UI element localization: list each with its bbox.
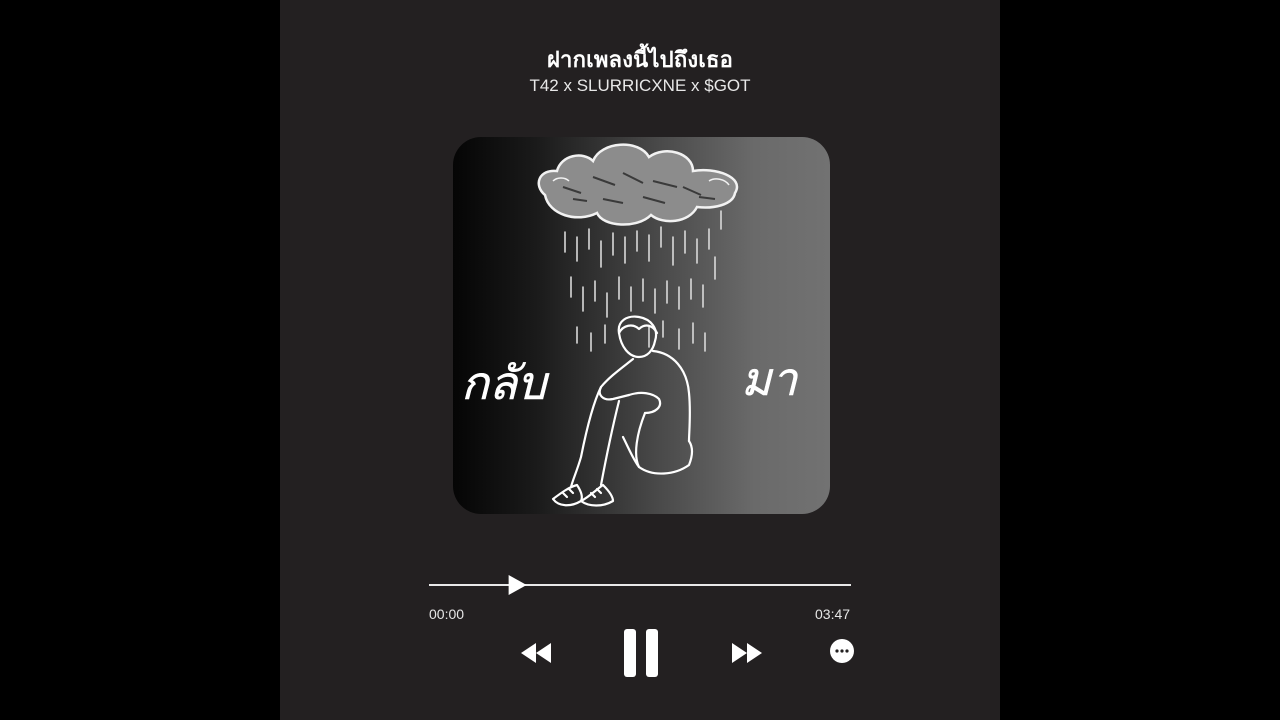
rain-cloud-illustration [537,143,739,226]
rain-drops [564,210,722,352]
fast-forward-icon[interactable] [731,642,763,664]
rewind-icon[interactable] [520,642,552,664]
pause-icon[interactable] [622,628,660,678]
progress-bar[interactable] [429,574,851,596]
track-title: ฝากเพลงนี้ไปถึงเธอ [546,48,734,73]
album-artwork: กลับ มา [461,143,800,507]
sitting-figure-illustration [551,315,694,507]
music-player-card: ฝากเพลงนี้ไปถึงเธอ T42 x SLURRICXNE x $G… [280,0,1000,720]
track-artists: T42 x SLURRICXNE x $GOT [529,76,751,95]
more-options-icon[interactable] [829,638,855,664]
current-time: 00:00 [429,606,465,622]
progress-handle-icon[interactable] [508,575,527,595]
cover-text-right: มา [741,352,799,406]
album-cover: กลับ มา [453,137,830,514]
total-duration: 03:47 [815,606,851,622]
cover-text-left: กลับ [461,356,550,410]
